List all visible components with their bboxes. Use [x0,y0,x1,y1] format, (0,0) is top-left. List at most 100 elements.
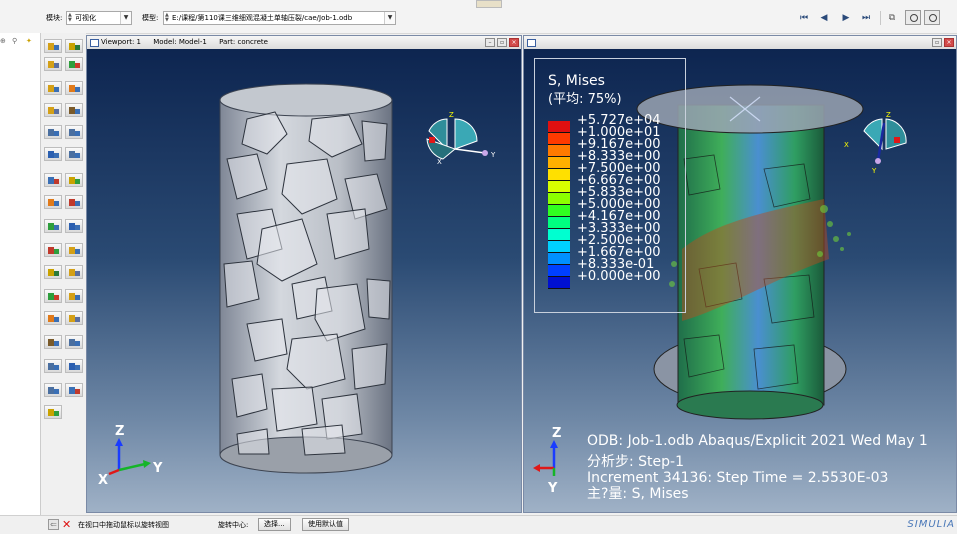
toolbox-tool-icon[interactable] [65,359,83,373]
simulia-logo: SIMULIA [907,519,955,530]
toolbox-tool-icon[interactable] [44,173,62,187]
toolbox-tool-icon[interactable] [65,103,83,117]
last-frame-icon[interactable]: ⏭ [858,12,874,24]
axis-y-label: Y [152,461,163,476]
svg-text:X: X [844,141,849,149]
global-axes-icon: Z Y [533,426,561,494]
viewport-1-titlebar[interactable]: Viewport: 1 Model: Model-1 Part: concret… [87,36,521,50]
legend-color-swatch [548,181,570,193]
toolbox-tool-icon[interactable] [65,243,83,257]
toolbox-tool-icon[interactable] [65,39,83,53]
toolbox-tool-icon[interactable] [65,289,83,303]
legend-color-swatch [548,241,570,253]
svg-text:Z: Z [886,111,891,119]
model-tree-panel: ⊕ ⚲ ✦ [0,33,41,515]
viewport-2-titlebar[interactable]: ▫ × [524,36,956,50]
lightbulb-icon[interactable]: ✦ [26,37,34,45]
options-icon[interactable]: ⧉ [884,12,900,24]
close-icon[interactable]: × [944,38,954,47]
viewport-2[interactable]: ▫ × S, Mises (平均: 75%) +5.727e+04 +1.000… [523,35,957,513]
toolbox-tool-icon[interactable] [44,147,62,161]
toolbox-tool-icon[interactable] [44,103,62,117]
legend-title: S, Mises [548,73,605,89]
minimize-icon[interactable]: – [485,38,495,47]
contour-legend[interactable]: S, Mises (平均: 75%) +5.727e+04 +1.000e+01 +… [534,58,686,313]
axis-y-label: Y [547,481,558,494]
viewport-1-title: Viewport: 1 [101,38,141,46]
toolbox-tool-icon[interactable] [44,39,62,53]
axis-z-label: Z [115,424,124,439]
toolbox-tool-icon[interactable] [44,359,62,373]
close-icon[interactable]: × [509,38,519,47]
toolbox-tool-icon[interactable] [44,243,62,257]
toolbox-tool-icon[interactable] [65,383,83,397]
restore-icon[interactable]: ▫ [932,38,942,47]
print-icon[interactable] [924,10,940,25]
legend-color-swatch [548,277,570,289]
next-frame-icon[interactable]: ▶ [838,12,854,24]
close-x-icon[interactable]: ✕ [62,518,71,531]
camera-icon[interactable] [905,10,921,25]
toolbox-tool-icon[interactable] [65,311,83,325]
view-triad-icon: Z X Y [844,111,907,175]
toolbox-tool-icon[interactable] [65,219,83,233]
restore-icon[interactable]: ▫ [497,38,507,47]
toolbox-tool-icon[interactable] [65,147,83,161]
viewport-icon [90,39,99,47]
toolbox-tool-icon[interactable] [65,57,83,71]
prompt-text: 在视口中拖动鼠标以旋转视图 [78,521,169,529]
toolbox-tool-icon[interactable] [44,265,62,279]
legend-color-swatch [548,169,570,181]
model-select[interactable]: ▲ ▼ E:/课程/第110课三维细观混凝土单轴压裂/cae/Job-1.odb … [163,11,396,25]
legend-color-swatch [548,229,570,241]
legend-color-swatch [548,217,570,229]
previous-frame-icon[interactable]: ◀ [816,12,832,24]
axis-x-label: X [98,473,108,488]
tree-filter-icon[interactable]: ⚲ [12,37,20,45]
primary-variable-line: 主?量: S, Mises [587,486,689,502]
view-triad-icon: Z Y X [426,111,496,166]
first-frame-icon[interactable]: ⏮ [796,12,812,24]
app-toolbar-icon[interactable] [476,0,502,8]
select-button[interactable]: 选择... [258,518,291,531]
toolbox-tool-icon[interactable] [65,173,83,187]
viewport-2-canvas[interactable]: S, Mises (平均: 75%) +5.727e+04 +1.000e+01 +… [524,49,956,512]
step-info-line: 分析步: Step-1 [587,454,685,470]
spin-icon: ▲ ▼ [68,12,72,23]
use-default-button[interactable]: 使用默认值 [302,518,349,531]
toolbox-tool-icon[interactable] [65,125,83,139]
toolbox-tool-icon[interactable] [44,195,62,209]
legend-value: +0.000e+00 [577,269,661,284]
viewport-1-canvas[interactable]: Z Y X Z X Y [87,49,521,512]
increment-info-line: Increment 34136: Step Time = 2.5530E-03 [587,470,889,486]
legend-color-swatch [548,205,570,217]
toolbox-tool-icon[interactable] [44,311,62,325]
chevron-down-icon[interactable]: ▼ [384,12,395,24]
tree-toggle-icon[interactable]: ⊕ [0,37,8,45]
model-label: 模型: [142,14,159,22]
cancel-icon[interactable]: ⇐ [48,519,59,530]
toolbox-tool-icon[interactable] [44,125,62,139]
toolbox-tool-icon[interactable] [44,81,62,95]
toolbox-tool-icon[interactable] [65,265,83,279]
toolbox-tool-icon[interactable] [65,195,83,209]
toolbox-tool-icon[interactable] [44,405,62,419]
global-axes-icon: Z X Y [98,424,163,488]
toolbox-tool-icon[interactable] [44,335,62,349]
toolbox-tool-icon[interactable] [44,383,62,397]
legend-color-swatch [548,253,570,265]
viewport-1[interactable]: Viewport: 1 Model: Model-1 Part: concret… [86,35,522,513]
module-select[interactable]: ▲ ▼ 可视化 ▼ [66,11,132,25]
legend-color-swatch [548,145,570,157]
chevron-down-icon[interactable]: ▼ [120,12,131,24]
odb-info-line: ODB: Job-1.odb Abaqus/Explicit 2021 Wed … [587,433,928,449]
toolbox-tool-icon[interactable] [44,57,62,71]
legend-average: (平均: 75%) [548,92,622,107]
module-label: 模块: [46,14,63,22]
legend-color-swatch [548,193,570,205]
toolbox-tool-icon[interactable] [65,335,83,349]
viewport-1-model: Model: Model-1 [153,38,207,46]
toolbox-tool-icon[interactable] [44,219,62,233]
toolbox-tool-icon[interactable] [44,289,62,303]
toolbox-tool-icon[interactable] [65,81,83,95]
